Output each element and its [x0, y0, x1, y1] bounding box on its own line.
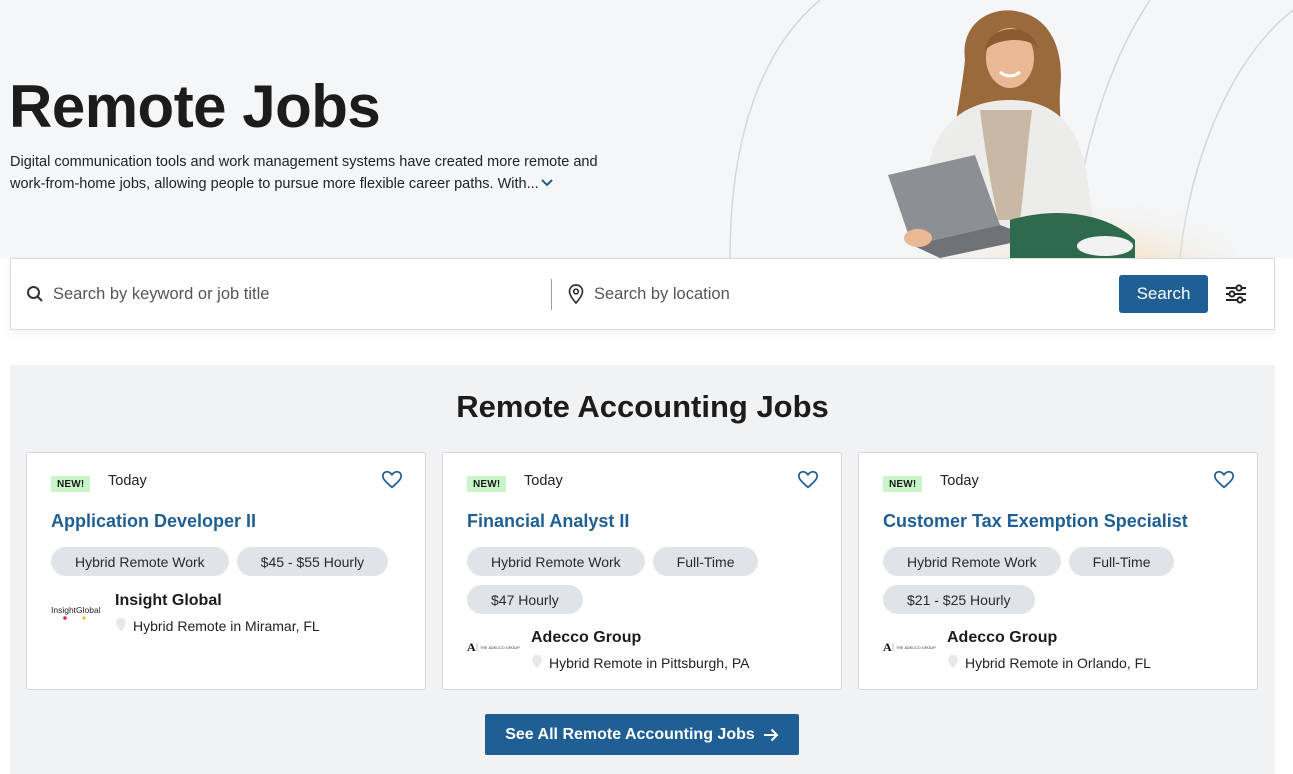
- page-description-text: Digital communication tools and work man…: [10, 154, 598, 192]
- company-info: A THE ADECCO GROUP Adecco Group Hybrid R…: [467, 629, 827, 677]
- hero-banner: Remote Jobs Digital communication tools …: [0, 0, 1293, 258]
- posted-date: Today: [940, 473, 979, 489]
- job-tag: Hybrid Remote Work: [51, 547, 229, 576]
- posted-date: Today: [524, 473, 563, 489]
- job-tags: Hybrid Remote Work Full-Time $21 - $25 H…: [883, 547, 1243, 614]
- svg-text:A: A: [883, 640, 892, 654]
- job-card[interactable]: NEW! Today Financial Analyst II Hybrid R…: [442, 452, 842, 690]
- job-tag: Full-Time: [652, 547, 759, 576]
- adecco-group-logo: A THE ADECCO GROUP: [883, 635, 939, 659]
- job-tag: Hybrid Remote Work: [467, 547, 645, 576]
- job-card[interactable]: NEW! Today Customer Tax Exemption Specia…: [858, 452, 1258, 690]
- job-location-text: Hybrid Remote in Pittsburgh, PA: [549, 655, 750, 671]
- job-tag: $21 - $25 Hourly: [883, 585, 1035, 614]
- map-pin-icon: [115, 617, 127, 635]
- job-card[interactable]: NEW! Today Application Developer II Hybr…: [26, 452, 426, 690]
- adecco-group-logo: A THE ADECCO GROUP: [467, 635, 523, 659]
- search-divider: [551, 279, 552, 310]
- keyword-search-input[interactable]: [53, 284, 513, 304]
- svg-text:THE ADECCO GROUP: THE ADECCO GROUP: [480, 646, 520, 650]
- hero-woman-laptop-image: [888, 10, 1240, 258]
- job-tag: Full-Time: [1068, 547, 1175, 576]
- heart-icon[interactable]: [381, 469, 403, 491]
- job-title-link[interactable]: Application Developer II: [51, 511, 256, 532]
- job-location: Hybrid Remote in Pittsburgh, PA: [531, 654, 750, 672]
- job-title-link[interactable]: Financial Analyst II: [467, 511, 629, 532]
- new-badge: NEW!: [51, 476, 91, 492]
- arrow-right-icon: [763, 728, 779, 742]
- company-info: InsightGlobal Insight Global Hybrid Remo…: [51, 592, 411, 640]
- job-location: Hybrid Remote in Miramar, FL: [115, 617, 320, 635]
- company-name: Adecco Group: [947, 629, 1058, 646]
- job-tag: $47 Hourly: [467, 585, 583, 614]
- accounting-jobs-section: Remote Accounting Jobs NEW! Today Applic…: [10, 365, 1275, 774]
- company-name: Insight Global: [115, 592, 222, 609]
- job-title-link[interactable]: Customer Tax Exemption Specialist: [883, 511, 1188, 532]
- job-tag: $45 - $55 Hourly: [236, 547, 389, 576]
- map-pin-icon: [566, 284, 586, 304]
- svg-text:THE ADECCO GROUP: THE ADECCO GROUP: [896, 646, 936, 650]
- see-all-jobs-button[interactable]: See All Remote Accounting Jobs: [485, 714, 799, 755]
- svg-text:A: A: [467, 640, 476, 654]
- search-icon: [25, 284, 45, 304]
- job-location-text: Hybrid Remote in Orlando, FL: [965, 655, 1151, 671]
- new-badge: NEW!: [467, 476, 507, 492]
- company-info: A THE ADECCO GROUP Adecco Group Hybrid R…: [883, 629, 1243, 677]
- insight-global-logo: InsightGlobal: [51, 598, 107, 622]
- chevron-down-icon[interactable]: [540, 173, 554, 195]
- job-location-text: Hybrid Remote in Miramar, FL: [133, 618, 320, 634]
- svg-text:InsightGlobal: InsightGlobal: [51, 605, 101, 615]
- heart-icon[interactable]: [1213, 469, 1235, 491]
- new-badge: NEW!: [883, 476, 923, 492]
- location-search-field[interactable]: [566, 259, 1106, 329]
- section-title: Remote Accounting Jobs: [456, 389, 829, 424]
- company-name: Adecco Group: [531, 629, 642, 646]
- map-pin-icon: [947, 654, 959, 672]
- job-tags: Hybrid Remote Work Full-Time $47 Hourly: [467, 547, 827, 614]
- sliders-icon[interactable]: [1222, 280, 1250, 308]
- location-search-input[interactable]: [594, 284, 1054, 304]
- job-tag: Hybrid Remote Work: [883, 547, 1061, 576]
- job-location: Hybrid Remote in Orlando, FL: [947, 654, 1151, 672]
- search-bar: Search: [10, 258, 1275, 330]
- posted-date: Today: [108, 473, 147, 489]
- page-description: Digital communication tools and work man…: [10, 151, 610, 195]
- job-tags: Hybrid Remote Work $45 - $55 Hourly: [51, 547, 411, 576]
- search-button[interactable]: Search: [1119, 275, 1208, 313]
- see-all-jobs-label: See All Remote Accounting Jobs: [505, 725, 755, 743]
- page-title: Remote Jobs: [9, 73, 381, 140]
- map-pin-icon: [531, 654, 543, 672]
- heart-icon[interactable]: [797, 469, 819, 491]
- keyword-search-field[interactable]: [25, 259, 545, 329]
